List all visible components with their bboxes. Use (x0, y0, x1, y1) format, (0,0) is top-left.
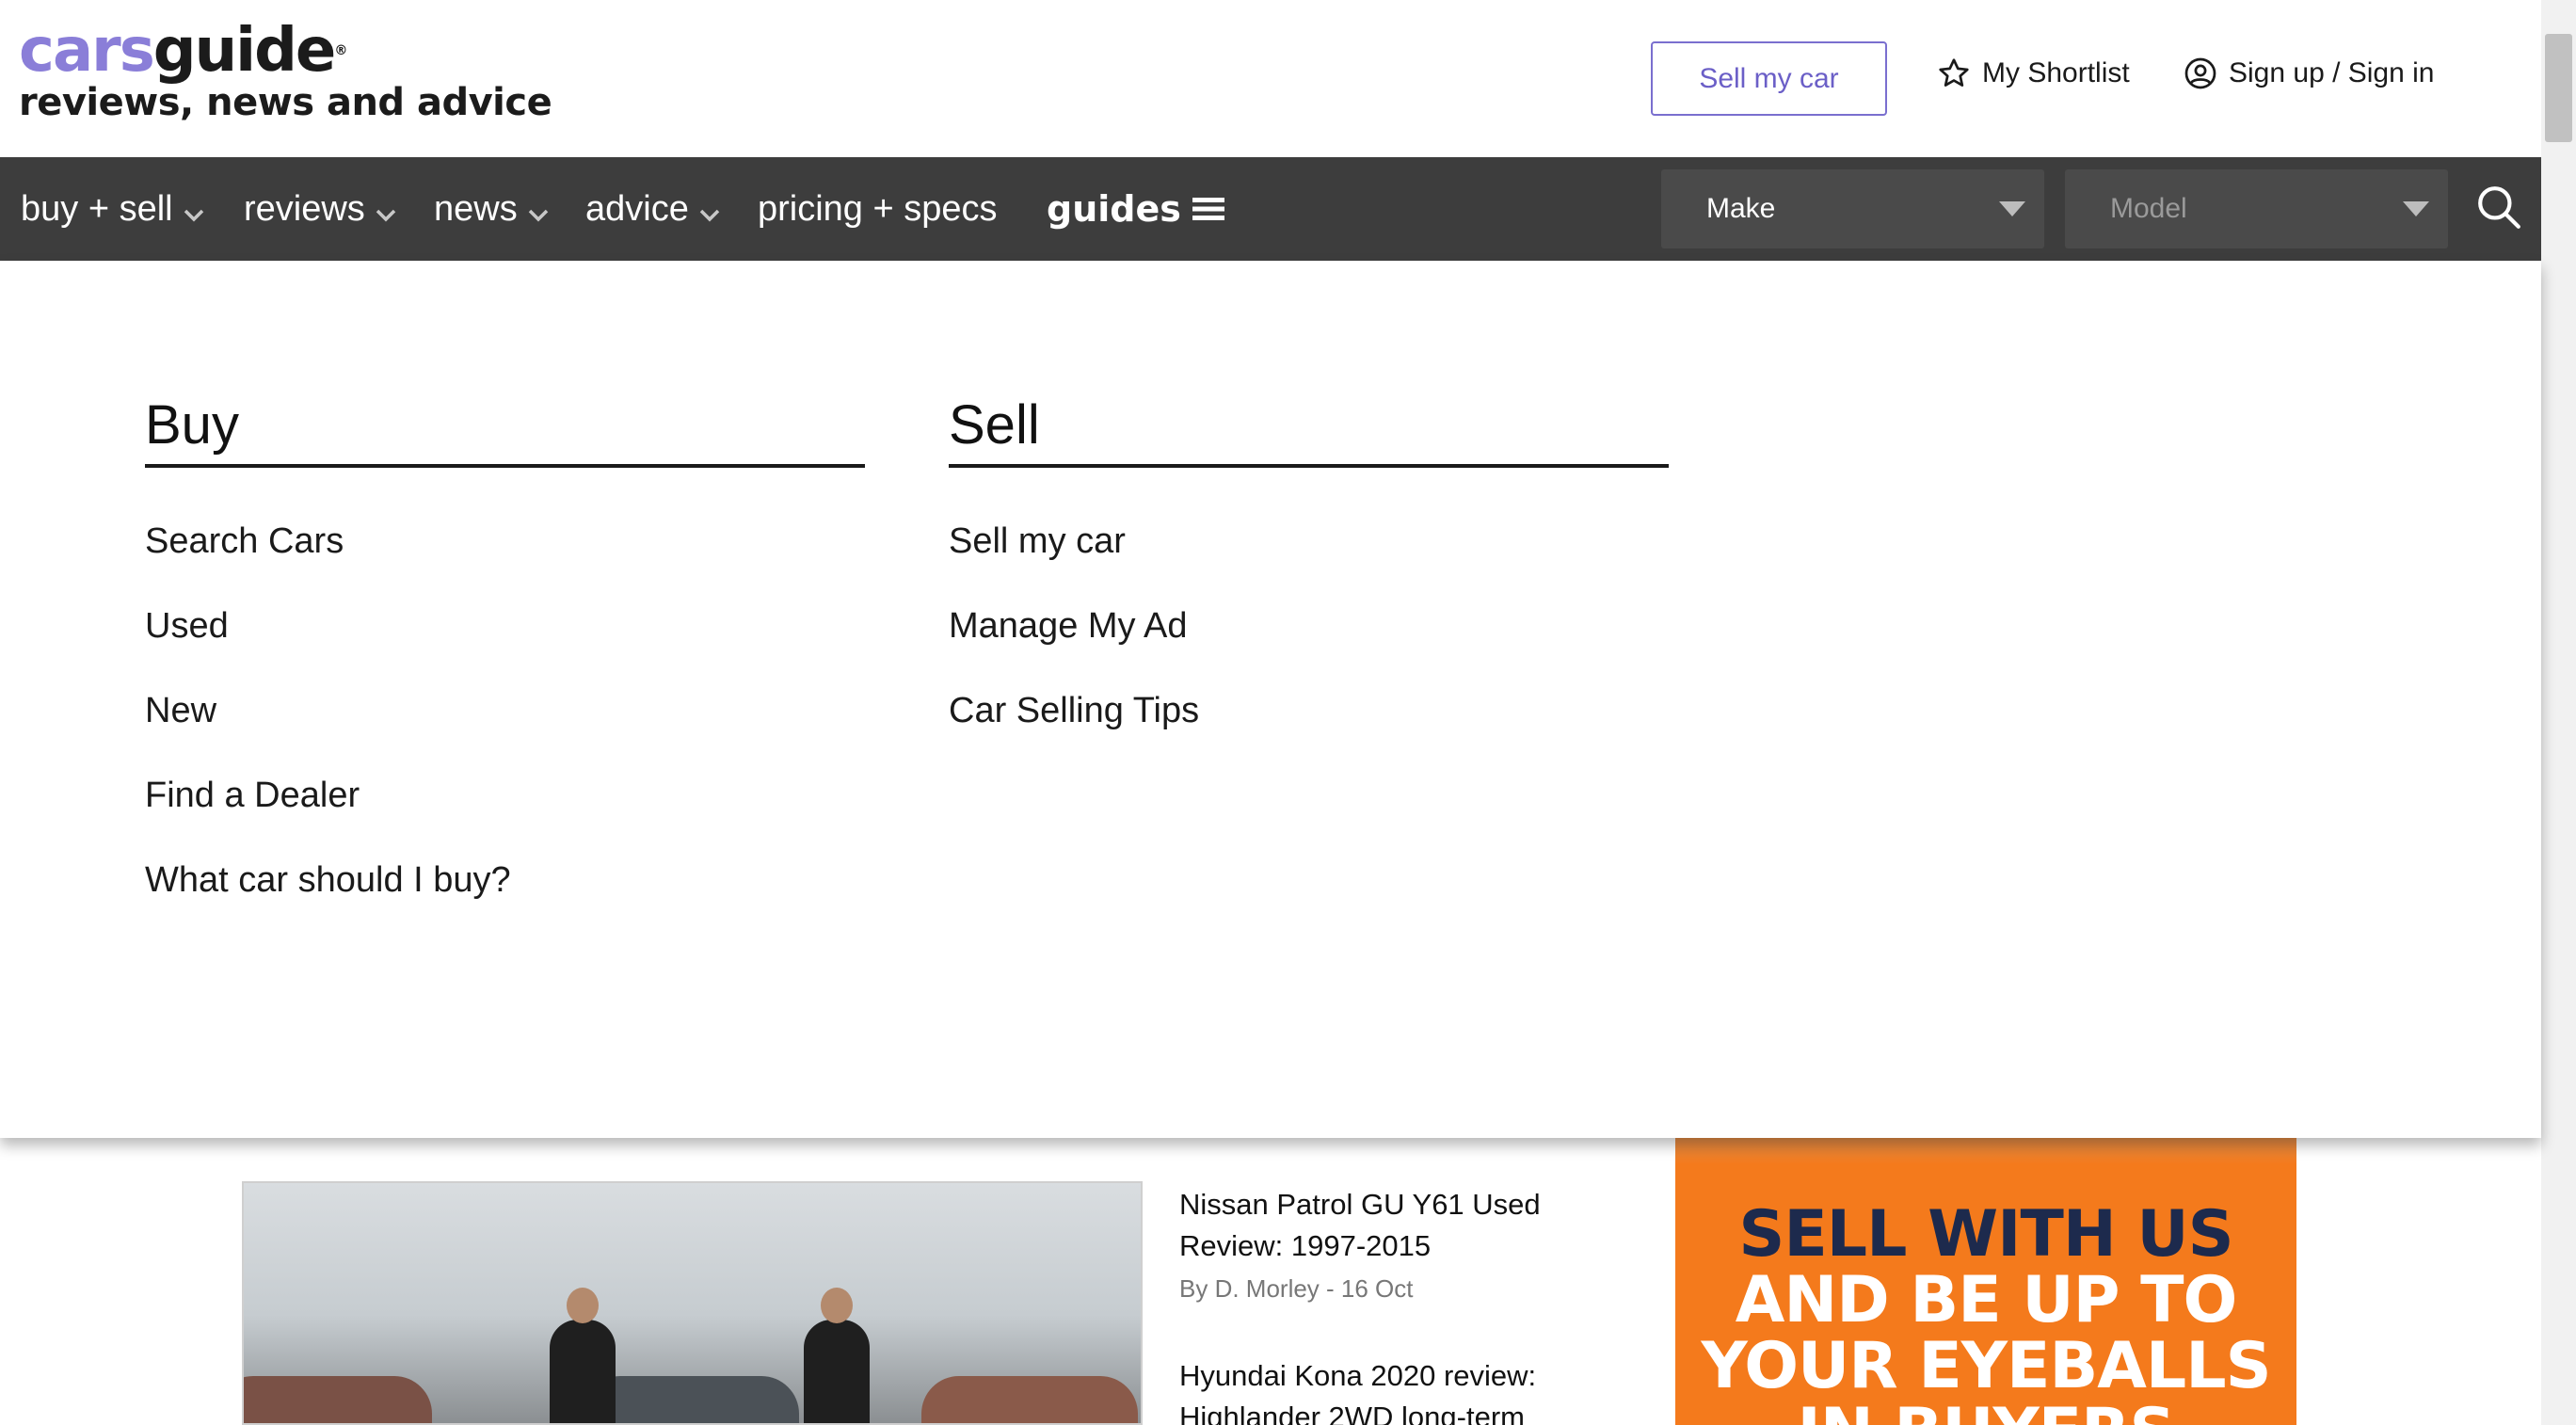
search-icon[interactable] (2475, 184, 2522, 231)
nav-buy-sell[interactable]: buy + sell (21, 157, 205, 261)
site-logo[interactable]: carsguide® reviews, news and advice (19, 17, 552, 124)
nav-reviews-label: reviews (244, 188, 365, 229)
user-icon (2184, 57, 2216, 89)
sell-my-car-button[interactable]: Sell my car (1651, 41, 1887, 116)
person-image-left (550, 1288, 616, 1423)
menu-link-car-selling-tips[interactable]: Car Selling Tips (949, 690, 1669, 775)
scrollbar-thumb[interactable] (2545, 34, 2572, 142)
nav-guides-label: guides (1047, 188, 1181, 230)
sell-heading: Sell (949, 392, 1669, 468)
dropdown-arrow-icon (2403, 201, 2429, 216)
sell-column: Sell Sell my car Manage My Ad Car Sellin… (949, 392, 1669, 775)
menu-link-search-cars[interactable]: Search Cars (145, 520, 865, 605)
buy-column: Buy Search Cars Used New Find a Dealer W… (145, 392, 865, 944)
buy-sell-mega-menu: Buy Search Cars Used New Find a Dealer W… (0, 261, 2541, 1138)
nav-guides[interactable]: guides (1047, 157, 1224, 261)
article-item[interactable]: Nissan Patrol GU Y61 Used Review: 1997-2… (1179, 1184, 1612, 1304)
model-select-value: Model (2110, 193, 2187, 224)
car-image-right (921, 1376, 1138, 1423)
sell-links: Sell my car Manage My Ad Car Selling Tip… (949, 520, 1669, 775)
ad-line-1: SELL WITH US (1738, 1197, 2233, 1272)
nav-pricing-specs-label: pricing + specs (758, 188, 998, 229)
my-shortlist-label: My Shortlist (1982, 57, 2130, 88)
buy-links: Search Cars Used New Find a Dealer What … (145, 520, 865, 944)
nav-reviews[interactable]: reviews (244, 157, 397, 261)
ad-headline: SELL WITH US AND BE UP TO YOUR EYEBALLS … (1675, 1202, 2296, 1425)
logo-registered-mark: ® (334, 43, 347, 58)
sign-in-label: Sign up / Sign in (2229, 57, 2435, 88)
logo-tagline: reviews, news and advice (19, 81, 552, 124)
chevron-down-icon (376, 209, 396, 222)
ad-line-4: IN BUYERS (1675, 1400, 2296, 1425)
person-image-right (804, 1288, 870, 1423)
article-title[interactable]: Nissan Patrol GU Y61 Used Review: 1997-2… (1179, 1184, 1612, 1267)
buy-heading: Buy (145, 392, 865, 468)
menu-link-new[interactable]: New (145, 690, 865, 775)
article-hero-image[interactable] (242, 1181, 1143, 1425)
star-icon (1939, 58, 1969, 87)
make-select-value: Make (1706, 193, 1776, 224)
article-title[interactable]: Hyundai Kona 2020 review: Highlander 2WD… (1179, 1355, 1612, 1425)
site-header: carsguide® reviews, news and advice Sell… (0, 0, 2541, 157)
nav-pricing-specs[interactable]: pricing + specs (758, 157, 998, 261)
chevron-down-icon (528, 209, 548, 222)
chevron-down-icon (184, 209, 203, 222)
menu-link-manage-my-ad[interactable]: Manage My Ad (949, 605, 1669, 690)
chevron-down-icon (699, 209, 720, 222)
sell-with-us-ad[interactable]: SELL WITH US AND BE UP TO YOUR EYEBALLS … (1675, 1138, 2296, 1425)
logo-guide: guide (152, 16, 337, 86)
model-select[interactable]: Model (2065, 169, 2448, 248)
hamburger-menu-icon (1192, 198, 1224, 220)
nav-news-label: news (434, 188, 518, 229)
car-image-left (244, 1376, 432, 1423)
menu-link-used[interactable]: Used (145, 605, 865, 690)
nav-buy-sell-label: buy + sell (21, 188, 173, 229)
sign-in-link[interactable]: Sign up / Sign in (2184, 56, 2434, 90)
my-shortlist-link[interactable]: My Shortlist (1937, 56, 2130, 90)
ad-line-3: YOUR EYEBALLS (1701, 1329, 2271, 1403)
main-nav: buy + sell reviews news advice pricing +… (0, 157, 2541, 261)
ad-top-strip (1675, 1138, 2296, 1164)
menu-link-what-car-should-i-buy[interactable]: What car should I buy? (145, 859, 865, 944)
menu-link-sell-my-car[interactable]: Sell my car (949, 520, 1669, 605)
vertical-scrollbar[interactable] (2541, 0, 2576, 1425)
make-select[interactable]: Make (1661, 169, 2044, 248)
article-item[interactable]: Hyundai Kona 2020 review: Highlander 2WD… (1179, 1355, 1612, 1425)
logo-cars: cars (19, 16, 155, 86)
nav-news[interactable]: news (434, 157, 550, 261)
logo-wordmark: carsguide® (19, 17, 552, 85)
article-meta: By D. Morley - 16 Oct (1179, 1274, 1414, 1303)
ad-line-2: AND BE UP TO (1735, 1263, 2238, 1337)
menu-link-find-a-dealer[interactable]: Find a Dealer (145, 775, 865, 859)
nav-advice[interactable]: advice (585, 157, 721, 261)
dropdown-arrow-icon (1999, 201, 2025, 216)
nav-advice-label: advice (585, 188, 689, 229)
